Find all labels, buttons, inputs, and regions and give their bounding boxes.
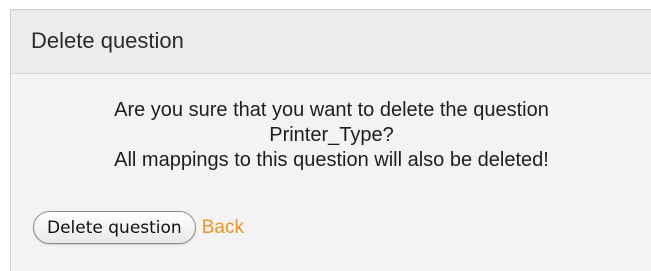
- back-link[interactable]: Back: [202, 217, 244, 239]
- confirmation-message: Are you sure that you want to delete the…: [11, 98, 651, 173]
- dialog-actions: Delete question Back: [33, 211, 244, 244]
- message-line-2: Printer_Type?: [269, 124, 394, 146]
- delete-question-button[interactable]: Delete question: [33, 211, 196, 244]
- delete-question-dialog: Delete question Are you sure that you wa…: [10, 9, 651, 271]
- dialog-body: Are you sure that you want to delete the…: [11, 74, 651, 271]
- dialog-title: Delete question: [31, 27, 184, 53]
- message-line-3: All mappings to this question will also …: [114, 149, 549, 171]
- dialog-header: Delete question: [11, 10, 651, 74]
- message-line-1: Are you sure that you want to delete the…: [114, 99, 549, 121]
